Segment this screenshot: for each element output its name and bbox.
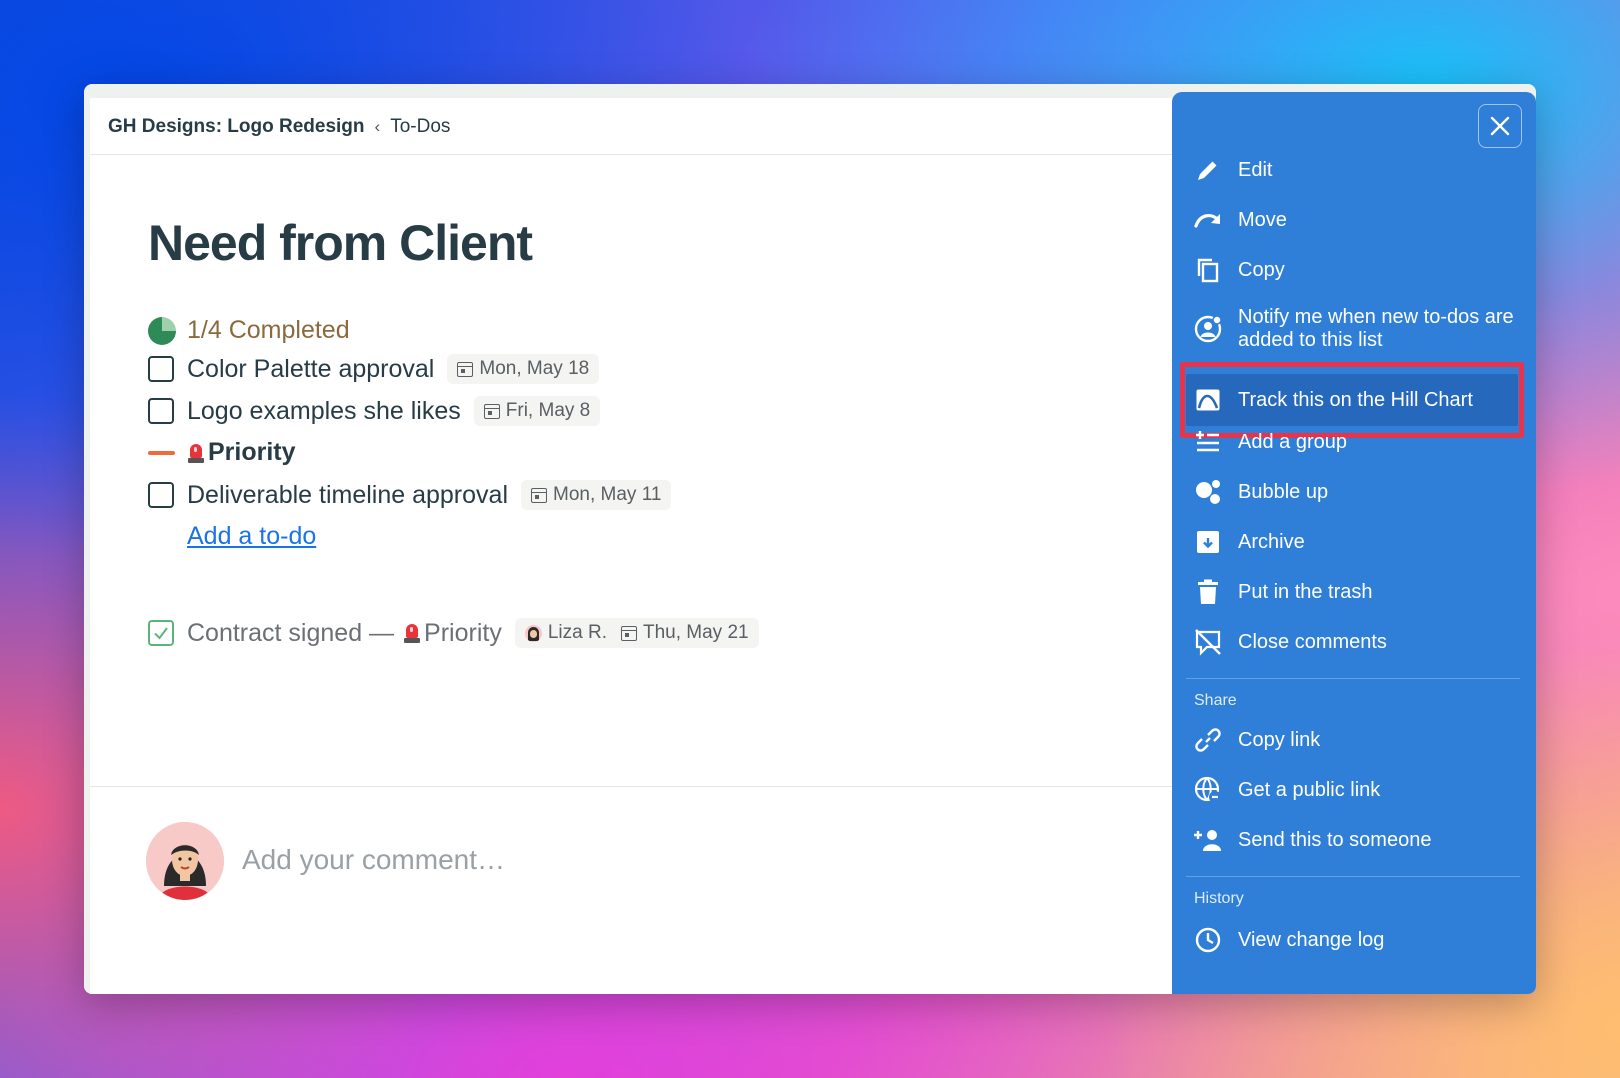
menu-item-label: Archive: [1238, 530, 1305, 553]
todo-checkbox[interactable]: [148, 356, 174, 382]
todo-checkbox[interactable]: [148, 398, 174, 424]
calendar-icon: [531, 487, 547, 503]
todo-label[interactable]: Deliverable timeline approval: [187, 481, 508, 510]
todo-checkbox[interactable]: [148, 482, 174, 508]
menu-item-label: Move: [1238, 208, 1287, 231]
todo-group-header[interactable]: Priority: [148, 438, 296, 467]
app-window: GH Designs: Logo Redesign ‹ To-Dos Need …: [84, 84, 1536, 994]
menu-item-label: Send this to someone: [1238, 828, 1432, 851]
bubble-up-icon: [1194, 478, 1222, 506]
completed-checkbox[interactable]: [148, 620, 174, 646]
trash-icon: [1194, 578, 1222, 606]
due-date: Mon, May 11: [553, 484, 662, 505]
menu-item-public-link[interactable]: Get a public link: [1186, 776, 1518, 804]
comment-input[interactable]: [242, 838, 942, 882]
close-comments-icon: [1194, 628, 1222, 656]
calendar-icon: [457, 361, 474, 377]
completed-todo-item[interactable]: Contract signed — Priority Liza R. Thu, …: [148, 618, 759, 648]
menu-item-bubble-up[interactable]: Bubble up: [1186, 478, 1518, 506]
breadcrumb-separator: ‹: [374, 117, 381, 136]
menu-item-trash[interactable]: Put in the trash: [1186, 578, 1518, 606]
assignee-date-chip: Liza R. Thu, May 21: [514, 618, 759, 648]
move-arrow-icon: [1194, 206, 1222, 234]
due-date-chip: Mon, May 11: [521, 480, 672, 510]
menu-item-label: Track this on the Hill Chart: [1238, 388, 1473, 411]
menu-item-label: View change log: [1238, 928, 1385, 951]
check-icon: [154, 627, 168, 640]
siren-icon: [188, 443, 204, 463]
calendar-icon: [620, 625, 637, 641]
todo-group-tag: Priority: [424, 618, 502, 647]
menu-item-send[interactable]: Send this to someone: [1186, 826, 1518, 854]
menu-item-add-group[interactable]: Add a group: [1186, 428, 1518, 456]
link-icon: [1194, 726, 1222, 754]
menu-item-hill-chart[interactable]: Track this on the Hill Chart: [1186, 374, 1518, 426]
todo-item[interactable]: Color Palette approval Mon, May 18: [148, 354, 600, 384]
menu-item-label: Copy: [1238, 258, 1285, 281]
progress-pie-icon: [148, 316, 176, 345]
menu-item-label: Bubble up: [1238, 480, 1329, 503]
copy-icon: [1194, 256, 1222, 284]
due-date: Mon, May 18: [479, 358, 590, 379]
archive-icon: [1194, 528, 1222, 556]
menu-item-label: Edit: [1238, 158, 1273, 181]
todo-label[interactable]: Logo examples she likes: [187, 397, 461, 426]
avatar: [146, 822, 224, 900]
menu-item-change-log[interactable]: View change log: [1186, 926, 1518, 954]
hill-chart-icon: [1194, 386, 1222, 414]
menu-item-label: Copy link: [1238, 728, 1321, 751]
calendar-icon: [483, 403, 500, 419]
comment-divider: [90, 786, 1172, 787]
menu-item-copy[interactable]: Copy: [1186, 256, 1518, 284]
todo-label[interactable]: Color Palette approval: [187, 355, 434, 384]
group-dash-icon: [148, 450, 175, 455]
menu-item-label: Get a public link: [1238, 778, 1381, 801]
add-person-icon: [1194, 826, 1222, 854]
due-date: Thu, May 21: [642, 622, 749, 643]
progress-indicator: 1/4 Completed: [148, 316, 350, 345]
todo-list-page: GH Designs: Logo Redesign ‹ To-Dos Need …: [90, 98, 1172, 994]
add-todo-link[interactable]: Add a to-do: [187, 522, 316, 551]
notify-person-icon: [1194, 315, 1222, 343]
menu-item-label: Close comments: [1238, 630, 1387, 653]
due-date-chip: Mon, May 18: [447, 354, 600, 384]
share-heading: Share: [1194, 692, 1237, 709]
menu-item-label: Notify me when new to-dos are added to t…: [1238, 306, 1514, 351]
menu-divider: [1186, 678, 1520, 679]
globe-link-icon: [1194, 776, 1222, 804]
assignee-avatar: [524, 624, 542, 642]
todo-item[interactable]: Deliverable timeline approval Mon, May 1…: [148, 480, 672, 510]
menu-divider: [1186, 876, 1520, 877]
close-menu-button[interactable]: [1478, 104, 1522, 148]
assignee-name: Liza R.: [547, 622, 607, 643]
close-icon: [1490, 116, 1510, 136]
add-group-icon: [1194, 428, 1222, 456]
menu-item-archive[interactable]: Archive: [1186, 528, 1518, 556]
todo-label[interactable]: Contract signed —: [187, 619, 394, 648]
history-heading: History: [1194, 890, 1244, 907]
menu-item-copy-link[interactable]: Copy link: [1186, 726, 1518, 754]
breadcrumb-section-link[interactable]: To-Dos: [390, 116, 450, 138]
menu-item-close-comments[interactable]: Close comments: [1186, 628, 1518, 656]
progress-label: 1/4 Completed: [187, 316, 350, 344]
menu-item-move[interactable]: Move: [1186, 206, 1518, 234]
clock-icon: [1194, 926, 1222, 954]
options-menu: Edit Move Copy Notify me when new to-dos…: [1172, 92, 1536, 994]
due-date: Fri, May 8: [505, 400, 591, 421]
header-divider: [90, 154, 1172, 155]
todo-item[interactable]: Logo examples she likes Fri, May 8: [148, 396, 601, 426]
breadcrumb: GH Designs: Logo Redesign ‹ To-Dos: [108, 116, 450, 138]
menu-item-edit[interactable]: Edit: [1186, 156, 1518, 184]
pencil-icon: [1194, 156, 1222, 184]
page-title: Need from Client: [148, 215, 533, 271]
menu-item-notify[interactable]: Notify me when new to-dos are added to t…: [1186, 306, 1518, 352]
menu-item-label: Add a group: [1238, 430, 1347, 453]
breadcrumb-project-link[interactable]: GH Designs: Logo Redesign: [108, 116, 365, 138]
menu-item-label: Put in the trash: [1238, 580, 1373, 603]
siren-icon: [404, 623, 421, 643]
due-date-chip: Fri, May 8: [473, 396, 601, 426]
group-title[interactable]: Priority: [208, 438, 296, 467]
